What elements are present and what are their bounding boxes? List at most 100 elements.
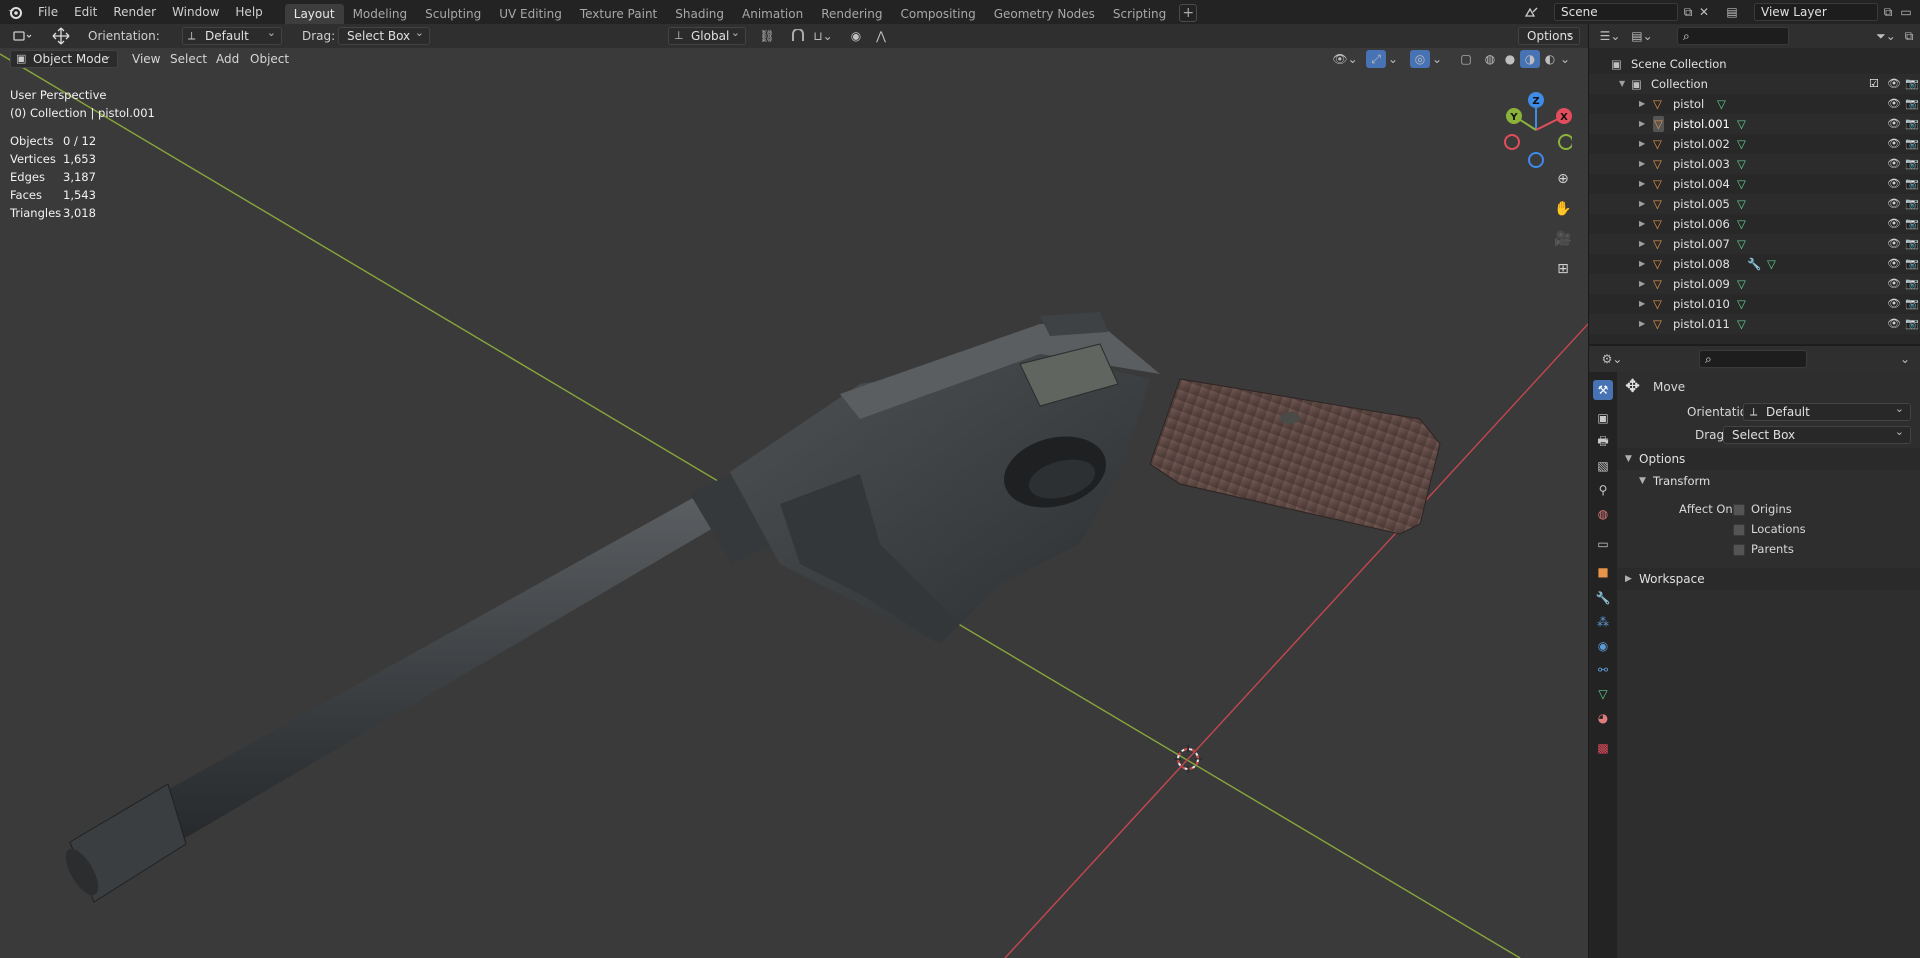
eye-icon[interactable]: 👁 bbox=[1887, 214, 1901, 234]
pan-hand-icon[interactable]: ✋ bbox=[1552, 198, 1574, 220]
menu-file[interactable]: File bbox=[30, 0, 66, 24]
overlays-dropdown-icon[interactable]: ⌄ bbox=[1430, 50, 1444, 68]
mesh-data-icon[interactable]: ▽ bbox=[1737, 314, 1746, 334]
data-tab-icon[interactable]: ▽ bbox=[1593, 684, 1613, 704]
tab-scripting[interactable]: Scripting bbox=[1104, 4, 1175, 24]
view-layer-tab-icon[interactable]: ▧ bbox=[1593, 456, 1613, 476]
scene-name-field[interactable]: Scene bbox=[1554, 3, 1678, 21]
tool-tab-icon[interactable]: ⚒ bbox=[1593, 380, 1613, 400]
locations-checkbox[interactable] bbox=[1733, 524, 1745, 536]
eye-icon[interactable]: 👁 bbox=[1887, 254, 1901, 274]
eye-icon[interactable]: 👁 bbox=[1887, 314, 1901, 334]
object-tab-icon[interactable]: ■ bbox=[1593, 562, 1613, 582]
camera-icon[interactable]: 📷 bbox=[1905, 254, 1919, 274]
options-dropdown[interactable]: Options bbox=[1518, 25, 1580, 45]
menu-edit[interactable]: Edit bbox=[66, 0, 105, 24]
camera-icon[interactable]: 📷 bbox=[1905, 194, 1919, 214]
texture-tab-icon[interactable]: ▩ bbox=[1593, 738, 1613, 758]
camera-icon[interactable]: 📷 bbox=[1905, 94, 1919, 114]
view-layer-browse-icon[interactable]: ▤ bbox=[1722, 3, 1742, 21]
material-preview-shading-icon[interactable]: ◑ bbox=[1520, 50, 1540, 68]
outliner-object-row[interactable]: ▶ ▽ pistol.011 ▽ 👁 📷 bbox=[1589, 314, 1920, 334]
outliner-object-row[interactable]: ▶ ▽ pistol.007 ▽ 👁 📷 bbox=[1589, 234, 1920, 254]
expand-icon[interactable]: ▶ bbox=[1639, 174, 1645, 194]
eye-icon[interactable]: 👁 bbox=[1887, 174, 1901, 194]
constraints-tab-icon[interactable]: ⚯ bbox=[1593, 660, 1613, 680]
scene-browse-icon[interactable] bbox=[1522, 3, 1542, 21]
modifiers-tab-icon[interactable]: 🔧 bbox=[1593, 588, 1613, 608]
expand-icon[interactable]: ▶ bbox=[1639, 134, 1645, 154]
parents-checkbox[interactable] bbox=[1733, 544, 1745, 556]
world-tab-icon[interactable]: ◍ bbox=[1593, 504, 1613, 524]
output-tab-icon[interactable]: 🖶 bbox=[1593, 432, 1613, 452]
expand-icon[interactable]: ▶ bbox=[1639, 114, 1645, 134]
mesh-data-icon[interactable]: ▽ bbox=[1737, 214, 1746, 234]
orientation-dropdown[interactable]: ⟂ Default bbox=[1743, 401, 1911, 421]
mesh-data-icon[interactable]: ▽ bbox=[1737, 134, 1746, 154]
eye-icon[interactable]: 👁 bbox=[1887, 134, 1901, 154]
camera-icon[interactable]: 📷 bbox=[1905, 114, 1919, 134]
expand-icon[interactable]: ▶ bbox=[1639, 94, 1645, 114]
display-mode-icon[interactable]: ▤⌄ bbox=[1629, 27, 1655, 45]
proportional-falloff-icon[interactable]: ⋀ bbox=[866, 27, 896, 45]
view-layer-field[interactable]: View Layer bbox=[1754, 3, 1878, 21]
collapse-icon[interactable]: ▼ bbox=[1619, 74, 1625, 94]
menu-render[interactable]: Render bbox=[105, 0, 164, 24]
camera-icon[interactable]: 📷 bbox=[1905, 134, 1919, 154]
transform-subsection-header[interactable]: ▼ Transform bbox=[1617, 470, 1920, 492]
material-tab-icon[interactable]: ◕ bbox=[1593, 708, 1613, 728]
outliner-object-row[interactable]: ▶ ▽ pistol.001 ▽ 👁 📷 bbox=[1589, 114, 1920, 134]
zoom-icon[interactable]: ⊕ bbox=[1552, 168, 1574, 190]
mesh-data-icon[interactable]: ▽ bbox=[1737, 234, 1746, 254]
drag-dropdown[interactable]: Select Box bbox=[338, 25, 430, 45]
move-tool-icon[interactable] bbox=[50, 27, 72, 45]
eye-icon[interactable]: 👁 bbox=[1887, 74, 1901, 94]
outliner-object-row[interactable]: ▶ ▽ pistol.002 ▽ 👁 📷 bbox=[1589, 134, 1920, 154]
gizmo-dropdown-icon[interactable]: ⌄ bbox=[1386, 50, 1400, 68]
new-view-layer-icon[interactable]: ⧉ bbox=[1878, 3, 1898, 21]
camera-icon[interactable]: 📷 bbox=[1905, 174, 1919, 194]
menu-window[interactable]: Window bbox=[164, 0, 227, 24]
tab-shading[interactable]: Shading bbox=[666, 4, 733, 24]
mesh-data-icon[interactable]: ▽ bbox=[1767, 254, 1776, 274]
navigation-gizmo[interactable]: Z X Y bbox=[1500, 88, 1572, 178]
eye-icon[interactable]: 👁 bbox=[1887, 114, 1901, 134]
expand-icon[interactable]: ▶ bbox=[1639, 214, 1645, 234]
eye-icon[interactable]: 👁 bbox=[1887, 194, 1901, 214]
new-collection-icon[interactable]: ⧉ bbox=[1899, 27, 1919, 45]
xray-toggle-icon[interactable]: ▢ bbox=[1456, 50, 1476, 68]
editor-type-icon[interactable] bbox=[10, 27, 36, 45]
properties-editor-type-icon[interactable]: ⚙⌄ bbox=[1599, 350, 1625, 368]
collection-exclude-checkbox[interactable]: ☑ bbox=[1869, 74, 1879, 94]
properties-options-icon[interactable]: ⌄ bbox=[1895, 350, 1915, 368]
scene-tab-icon[interactable]: ⚲ bbox=[1593, 480, 1613, 500]
pistol-model[interactable] bbox=[59, 312, 1441, 903]
tab-modeling[interactable]: Modeling bbox=[344, 4, 417, 24]
tab-sculpting[interactable]: Sculpting bbox=[416, 4, 490, 24]
proportional-editing-icon[interactable]: ◉ bbox=[846, 27, 866, 45]
overlays-toggle-icon[interactable]: ◎ bbox=[1410, 50, 1430, 68]
blender-logo-icon[interactable] bbox=[0, 0, 30, 24]
mode-dropdown[interactable]: ▣ Object Mode bbox=[10, 48, 118, 68]
delete-view-layer-icon[interactable]: ▭ bbox=[1896, 3, 1916, 21]
workspace-section-header[interactable]: ▶ Workspace bbox=[1617, 568, 1920, 590]
shading-dropdown-icon[interactable]: ⌄ bbox=[1558, 50, 1572, 68]
eye-icon[interactable]: 👁 bbox=[1887, 274, 1901, 294]
mesh-data-icon[interactable]: ▽ bbox=[1737, 274, 1746, 294]
mesh-data-icon[interactable]: ▽ bbox=[1737, 154, 1746, 174]
mesh-data-icon[interactable]: ▽ bbox=[1737, 114, 1746, 134]
eye-icon[interactable]: 👁 bbox=[1887, 94, 1901, 114]
options-section-header[interactable]: ▼ Options bbox=[1617, 448, 1920, 470]
tab-rendering[interactable]: Rendering bbox=[812, 4, 891, 24]
snap-settings-icon[interactable]: ⊔⌄ bbox=[808, 27, 838, 45]
mesh-data-icon[interactable]: ▽ bbox=[1737, 194, 1746, 214]
view-menu[interactable]: View bbox=[126, 50, 166, 68]
outliner-object-row[interactable]: ▶ ▽ pistol.003 ▽ 👁 📷 bbox=[1589, 154, 1920, 174]
camera-icon[interactable]: 📷 bbox=[1905, 154, 1919, 174]
expand-icon[interactable]: ▶ bbox=[1639, 234, 1645, 254]
tab-layout[interactable]: Layout bbox=[284, 4, 344, 24]
menu-help[interactable]: Help bbox=[227, 0, 270, 24]
solid-shading-icon[interactable]: ● bbox=[1500, 50, 1520, 68]
outliner-scene-collection[interactable]: ▣ Scene Collection bbox=[1589, 54, 1920, 74]
outliner-collection[interactable]: ▼ ▣ Collection ☑ 👁 📷 bbox=[1589, 74, 1920, 94]
